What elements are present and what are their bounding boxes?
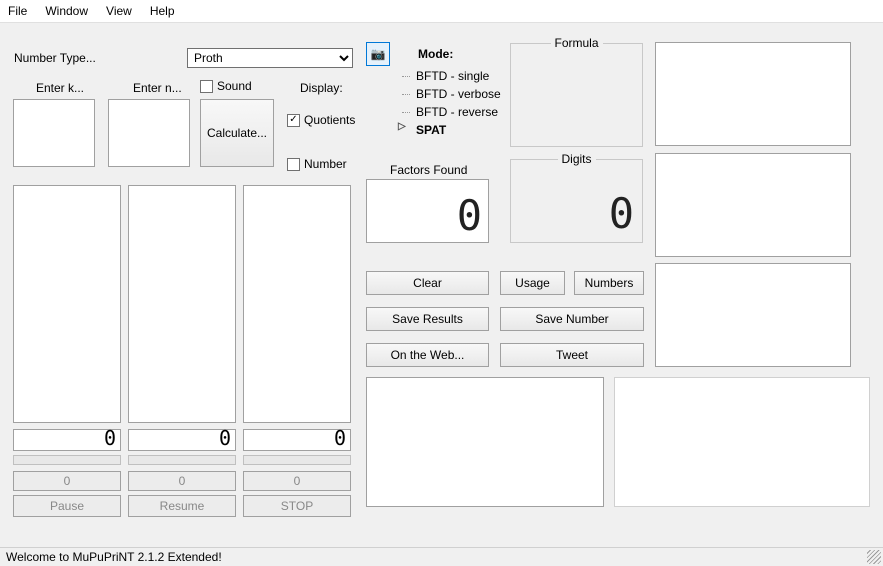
- mode-tree[interactable]: BFTD - single BFTD - verbose BFTD - reve…: [398, 67, 518, 139]
- seg-counter-2: 0: [128, 429, 236, 451]
- listbox-1[interactable]: [13, 185, 121, 423]
- enter-k-label: Enter k...: [36, 81, 84, 95]
- seg-value-1: 0: [104, 426, 116, 450]
- enter-k-input[interactable]: [13, 99, 95, 167]
- menu-window[interactable]: Window: [45, 4, 88, 18]
- main-content: Number Type... Proth Enter k... Enter n.…: [0, 23, 883, 543]
- menu-help[interactable]: Help: [150, 4, 175, 18]
- number-check-label: Number: [304, 157, 347, 171]
- mode-bftd-single[interactable]: BFTD - single: [398, 67, 518, 85]
- calculate-button[interactable]: Calculate...: [200, 99, 274, 167]
- seg-counter-1: 0: [13, 429, 121, 451]
- mode-label: Mode:: [418, 47, 453, 61]
- right-box-3[interactable]: [655, 263, 851, 367]
- enter-n-label: Enter n...: [133, 81, 182, 95]
- factors-found-value: 0: [457, 191, 484, 240]
- status-text: Welcome to MuPuPriNT 2.1.2 Extended!: [6, 550, 222, 564]
- on-the-web-button[interactable]: On the Web...: [366, 343, 489, 367]
- camera-button[interactable]: 📷: [366, 42, 390, 66]
- camera-icon: 📷: [371, 47, 386, 61]
- digits-group: Digits 0: [510, 159, 643, 243]
- save-results-button[interactable]: Save Results: [366, 307, 489, 331]
- seg-counter-3: 0: [243, 429, 351, 451]
- usage-button[interactable]: Usage: [500, 271, 565, 295]
- counter-3: 0: [243, 471, 351, 491]
- listbox-2[interactable]: [128, 185, 236, 423]
- bottom-pane-left[interactable]: [366, 377, 604, 507]
- digits-label: Digits: [557, 152, 595, 166]
- bottom-pane-right[interactable]: [614, 377, 870, 507]
- counter-2: 0: [128, 471, 236, 491]
- right-box-1[interactable]: [655, 42, 851, 146]
- counter-1: 0: [13, 471, 121, 491]
- resize-grip-icon[interactable]: [867, 550, 881, 564]
- quotients-check[interactable]: ✓: [287, 114, 300, 127]
- menu-bar: File Window View Help: [0, 0, 883, 23]
- menu-view[interactable]: View: [106, 4, 132, 18]
- seg-value-2: 0: [219, 426, 231, 450]
- digits-value: 0: [609, 189, 636, 238]
- number-checkbox[interactable]: Number: [287, 157, 347, 171]
- listbox-3[interactable]: [243, 185, 351, 423]
- menu-file[interactable]: File: [8, 4, 27, 18]
- stop-button[interactable]: STOP: [243, 495, 351, 517]
- mode-spat[interactable]: SPAT: [398, 121, 518, 139]
- progress-bar-1: [13, 455, 121, 465]
- sound-label: Sound: [217, 79, 252, 93]
- factors-found-display: 0: [366, 179, 489, 243]
- display-label: Display:: [300, 81, 343, 95]
- factors-found-label: Factors Found: [390, 163, 467, 177]
- mode-bftd-reverse[interactable]: BFTD - reverse: [398, 103, 518, 121]
- number-check-box[interactable]: [287, 158, 300, 171]
- seg-value-3: 0: [334, 426, 346, 450]
- numbers-button[interactable]: Numbers: [574, 271, 644, 295]
- sound-checkbox[interactable]: Sound: [200, 79, 252, 93]
- progress-bar-2: [128, 455, 236, 465]
- tweet-button[interactable]: Tweet: [500, 343, 644, 367]
- pause-button[interactable]: Pause: [13, 495, 121, 517]
- quotients-checkbox[interactable]: ✓ Quotients: [287, 113, 355, 127]
- clear-button[interactable]: Clear: [366, 271, 489, 295]
- status-bar: Welcome to MuPuPriNT 2.1.2 Extended!: [0, 547, 883, 566]
- progress-bar-3: [243, 455, 351, 465]
- number-type-label: Number Type...: [14, 51, 96, 65]
- number-type-combo[interactable]: Proth: [187, 48, 353, 68]
- formula-label: Formula: [550, 36, 602, 50]
- sound-check[interactable]: [200, 80, 213, 93]
- mode-bftd-verbose[interactable]: BFTD - verbose: [398, 85, 518, 103]
- quotients-label: Quotients: [304, 113, 355, 127]
- resume-button[interactable]: Resume: [128, 495, 236, 517]
- save-number-button[interactable]: Save Number: [500, 307, 644, 331]
- right-box-2[interactable]: [655, 153, 851, 257]
- formula-group: Formula: [510, 43, 643, 147]
- enter-n-input[interactable]: [108, 99, 190, 167]
